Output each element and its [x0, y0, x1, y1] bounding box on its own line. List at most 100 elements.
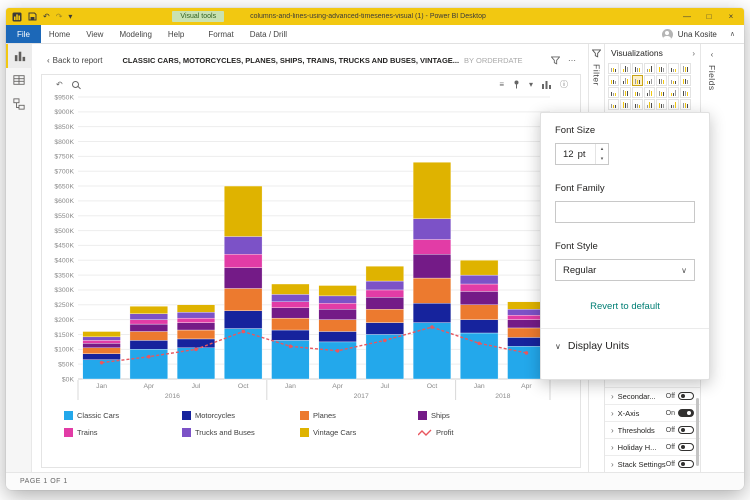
donut-chart-icon[interactable] — [632, 87, 643, 98]
filter-icon[interactable] — [551, 56, 560, 65]
toggle-switch[interactable] — [678, 409, 694, 417]
font-size-stepper[interactable]: 12 pt ▴ ▾ — [555, 143, 609, 165]
100-stacked-column-chart-icon[interactable] — [668, 63, 679, 74]
info-icon[interactable]: ⓘ — [560, 80, 568, 89]
toggle-switch[interactable] — [678, 426, 694, 434]
multi-row-card-icon[interactable] — [632, 99, 643, 110]
toggle-switch[interactable] — [678, 460, 694, 468]
titlebar[interactable]: ↶ ↷ ▾ Visual tools columns-and-lines-usi… — [6, 8, 744, 25]
file-button[interactable]: File — [6, 25, 41, 43]
legend-item-trucks-and-buses[interactable]: Trucks and Buses — [182, 428, 300, 437]
ribbon-tab-format[interactable]: Format — [200, 25, 241, 43]
redo-icon[interactable]: ↷ — [56, 12, 63, 22]
more-options-icon[interactable]: ⋯ — [568, 56, 576, 65]
filled-map-icon[interactable] — [668, 87, 679, 98]
legend-item-trains[interactable]: Trains — [64, 428, 182, 437]
legend-label: Vintage Cars — [313, 428, 356, 437]
font-family-input[interactable] — [555, 201, 695, 223]
ribbon-tab-home[interactable]: Home — [41, 25, 78, 43]
user-avatar[interactable] — [662, 29, 673, 40]
legend-item-motorcycles[interactable]: Motorcycles — [182, 411, 300, 420]
visual-tools-badge: Visual tools — [172, 11, 224, 22]
report-view-button[interactable] — [6, 44, 32, 68]
pie-chart-icon[interactable] — [620, 87, 631, 98]
setting-thresholds[interactable]: ›ThresholdsOff — [605, 421, 700, 438]
chart-type-icon[interactable] — [542, 81, 551, 89]
collapse-pane-icon[interactable]: › — [692, 49, 695, 58]
table-icon[interactable] — [668, 99, 679, 110]
area-chart-icon[interactable] — [608, 75, 619, 86]
matrix-icon[interactable] — [680, 99, 691, 110]
ribbon: File HomeViewModelingHelp FormatData / D… — [6, 25, 744, 44]
funnel-chart-icon[interactable] — [680, 75, 691, 86]
kpi-icon[interactable] — [644, 99, 655, 110]
increment-button[interactable]: ▴ — [596, 144, 608, 154]
shape-map-icon[interactable] — [680, 87, 691, 98]
view-rail — [6, 44, 32, 472]
report-view-icon — [14, 50, 26, 62]
maximize-button[interactable]: □ — [698, 8, 720, 25]
toggle-switch[interactable] — [678, 443, 694, 451]
scrollbar[interactable] — [696, 398, 699, 466]
collapse-ribbon-icon[interactable]: ∧ — [730, 30, 735, 38]
ribbon-tab-view[interactable]: View — [78, 25, 111, 43]
pin-icon[interactable] — [513, 80, 520, 89]
card-icon[interactable] — [620, 99, 631, 110]
line-chart-icon[interactable] — [680, 63, 691, 74]
stacked-area-chart-icon[interactable] — [620, 75, 631, 86]
model-view-button[interactable] — [6, 92, 32, 116]
powerbi-window: ↶ ↷ ▾ Visual tools columns-and-lines-usi… — [6, 8, 744, 490]
display-units-section[interactable]: ∨ Display Units — [555, 340, 695, 352]
setting-stack-settings[interactable]: ›Stack SettingsOff — [605, 455, 700, 472]
legend-item-planes[interactable]: Planes — [300, 411, 418, 420]
stacked-column-line-chart[interactable]: $0K$50K$100K$150K$200K$250K$300K$350K$40… — [44, 91, 580, 407]
toggle-state-label: Off — [666, 393, 675, 400]
100-stacked-bar-chart-icon[interactable] — [656, 63, 667, 74]
close-button[interactable]: × — [720, 8, 742, 25]
expand-fields-icon[interactable]: ‹ — [711, 50, 714, 59]
font-style-dropdown[interactable]: Regular ∨ — [555, 259, 695, 281]
treemap-icon[interactable] — [644, 87, 655, 98]
legend-item-profit[interactable]: Profit — [418, 428, 536, 437]
pin-dropdown-icon[interactable]: ▾ — [529, 80, 533, 89]
statusbar: PAGE 1 OF 1 — [6, 472, 744, 490]
list-icon[interactable]: ≡ — [499, 80, 504, 89]
legend-swatch — [64, 428, 73, 437]
stacked-column-chart-icon[interactable] — [620, 63, 631, 74]
setting-label: X-Axis — [618, 409, 666, 418]
waterfall-chart-icon[interactable] — [668, 75, 679, 86]
line-and-stacked-column-chart-icon[interactable] — [632, 75, 643, 86]
user-name[interactable]: Una Kosite — [678, 30, 717, 39]
undo-icon[interactable]: ↶ — [43, 12, 50, 22]
setting-x-axis[interactable]: ›X-AxisOn — [605, 404, 700, 421]
toolbar-dropdown-icon[interactable]: ▾ — [68, 12, 72, 22]
toggle-switch[interactable] — [678, 392, 694, 400]
zoom-icon[interactable] — [72, 81, 79, 88]
data-view-button[interactable] — [6, 68, 32, 92]
revert-to-default-link[interactable]: Revert to default — [555, 301, 695, 312]
chart-visual[interactable]: ↶ ≡ ▾ ⓘ $0K$50K$100K$150K$200K$250K$300K… — [41, 74, 581, 468]
legend-item-classic-cars[interactable]: Classic Cars — [64, 411, 182, 420]
line-and-clustered-column-chart-icon[interactable] — [644, 75, 655, 86]
back-to-report-link[interactable]: ‹Back to report — [47, 56, 102, 65]
scatter-chart-icon[interactable] — [608, 87, 619, 98]
minimize-button[interactable]: — — [676, 8, 698, 25]
slicer-icon[interactable] — [656, 99, 667, 110]
legend-item-ships[interactable]: Ships — [418, 411, 536, 420]
legend-item-vintage-cars[interactable]: Vintage Cars — [300, 428, 418, 437]
reset-zoom-icon[interactable]: ↶ — [56, 80, 63, 89]
ribbon-tab-help[interactable]: Help — [160, 25, 192, 43]
setting-holiday-h[interactable]: ›Holiday H...Off — [605, 438, 700, 455]
setting-secondar[interactable]: ›Secondar...Off — [605, 387, 700, 404]
chevron-right-icon: › — [611, 443, 614, 452]
stacked-bar-chart-icon[interactable] — [608, 63, 619, 74]
decrement-button[interactable]: ▾ — [596, 154, 608, 164]
gauge-icon[interactable] — [608, 99, 619, 110]
ribbon-tab-modeling[interactable]: Modeling — [111, 25, 159, 43]
ribbon-chart-icon[interactable] — [656, 75, 667, 86]
ribbon-tab-data-drill[interactable]: Data / Drill — [242, 25, 295, 43]
save-icon[interactable] — [28, 12, 37, 21]
clustered-column-chart-icon[interactable] — [644, 63, 655, 74]
map-icon[interactable] — [656, 87, 667, 98]
clustered-bar-chart-icon[interactable] — [632, 63, 643, 74]
